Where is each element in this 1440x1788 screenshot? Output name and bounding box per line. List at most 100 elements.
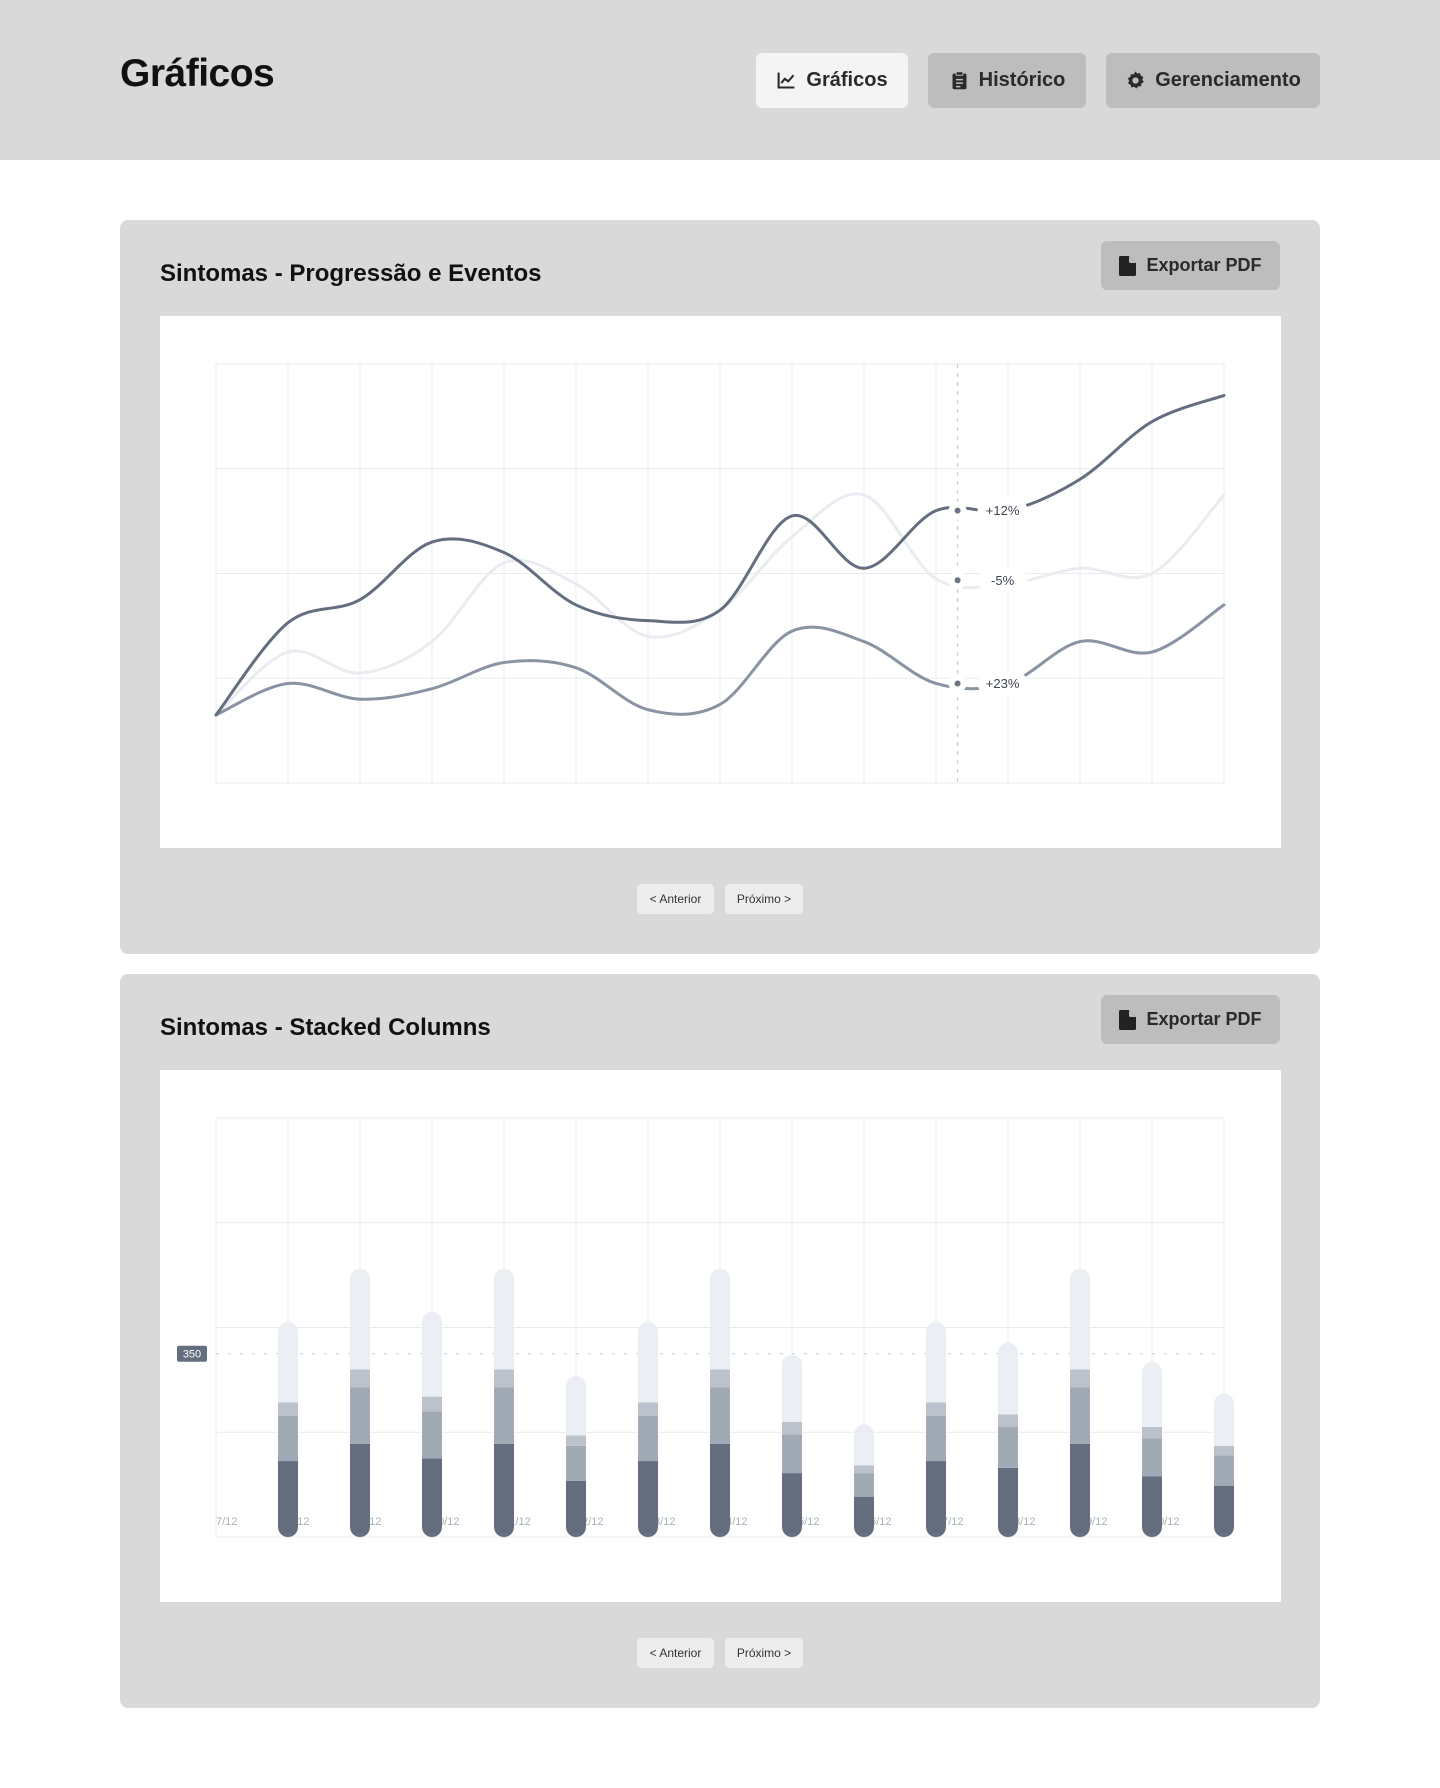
bar-segment [350, 1369, 370, 1388]
stacked-bar [854, 1424, 874, 1537]
stacked-bar [1214, 1393, 1234, 1537]
marker-dot [954, 507, 961, 514]
stacked-bar [494, 1268, 514, 1537]
stacked-chart-card: Sintomas - Stacked Columns Exportar PDF … [120, 974, 1320, 1708]
bar-segment [278, 1461, 298, 1537]
export-pdf-label: Exportar PDF [1146, 255, 1262, 275]
marker-dot [954, 680, 961, 687]
bar-segment [782, 1434, 802, 1474]
bar-segment [854, 1424, 874, 1466]
bar-segment [1070, 1387, 1090, 1444]
bar-segment [926, 1402, 946, 1417]
stacked-bar [1070, 1268, 1090, 1537]
bar-segment [422, 1311, 442, 1397]
nav-gerenciamento-label: Gerenciamento [1155, 69, 1301, 91]
bar-segment [854, 1496, 874, 1537]
line-chart-card: Sintomas - Progressão e Eventos Exportar… [120, 220, 1320, 954]
bar-segment [1214, 1485, 1234, 1537]
page-title: Gráficos [120, 52, 275, 95]
bar-segment [854, 1465, 874, 1474]
bar-segment [278, 1322, 298, 1403]
bar-segment [566, 1435, 586, 1446]
top-bar: Gráficos Gráficos Histórico Gerenciament… [0, 0, 1440, 160]
bar-segment [1070, 1369, 1090, 1388]
bar-segment [1214, 1445, 1234, 1456]
stacked-bar [278, 1322, 298, 1537]
gear-icon [1125, 70, 1146, 91]
bar-segment [350, 1387, 370, 1444]
annotation-label: +23% [986, 676, 1020, 691]
bar-segment [422, 1396, 442, 1412]
bar-segment [1070, 1443, 1090, 1537]
stacked-column-chart: 3507/12 8/12 9/12 10/12 11/12 12/12 13/12 14/12… [177, 1117, 1234, 1538]
file-icon [1119, 255, 1137, 276]
annotation-label: +12% [986, 503, 1020, 518]
stacked-bar [422, 1311, 442, 1537]
bar-segment [1142, 1438, 1162, 1477]
bar-segment [1214, 1393, 1234, 1446]
stacked-bar [710, 1268, 730, 1537]
bar-segment [566, 1376, 586, 1436]
bar-segment [350, 1443, 370, 1537]
previous-button[interactable]: < Anterior [637, 1638, 714, 1668]
bar-segment [926, 1322, 946, 1403]
stacked-bar [350, 1268, 370, 1537]
previous-button[interactable]: < Anterior [637, 884, 714, 914]
stacked-bar [566, 1376, 586, 1537]
chart-line-icon [776, 70, 797, 91]
nav-historico-button[interactable]: Histórico [928, 53, 1086, 108]
line-chart-area: +12% -5% +23% [160, 316, 1281, 848]
bar-segment [494, 1443, 514, 1537]
stacked-bar [782, 1354, 802, 1537]
clipboard-icon [949, 70, 970, 91]
bar-segment [1142, 1427, 1162, 1439]
nav-gerenciamento-button[interactable]: Gerenciamento [1106, 53, 1320, 108]
stacked-bar [638, 1322, 658, 1537]
bar-segment [710, 1387, 730, 1444]
bar-segment [566, 1480, 586, 1537]
export-pdf-button[interactable]: Exportar PDF [1101, 995, 1280, 1044]
file-icon [1119, 1009, 1137, 1030]
bar-segment [278, 1402, 298, 1417]
bar-segment [422, 1458, 442, 1537]
nav-graficos-button[interactable]: Gráficos [756, 53, 908, 108]
bar-segment [710, 1268, 730, 1370]
stacked-bar [1142, 1362, 1162, 1537]
bar-segment [998, 1427, 1018, 1468]
bar-segment [494, 1387, 514, 1444]
stacked-bar [926, 1322, 946, 1537]
bar-segment [1214, 1455, 1234, 1486]
bar-segment [638, 1416, 658, 1462]
next-button[interactable]: Próximo > [725, 1638, 803, 1668]
bar-segment [638, 1322, 658, 1403]
next-button[interactable]: Próximo > [725, 884, 803, 914]
bar-segment [926, 1461, 946, 1537]
card-title: Sintomas - Stacked Columns [160, 1014, 491, 1041]
bar-segment [710, 1443, 730, 1537]
bar-segment [926, 1416, 946, 1462]
bar-segment [494, 1369, 514, 1388]
bar-segment [422, 1411, 442, 1459]
bar-segment [494, 1268, 514, 1370]
export-pdf-label: Exportar PDF [1146, 1009, 1262, 1029]
bar-segment [566, 1445, 586, 1481]
bar-segment [278, 1416, 298, 1462]
stacked-bar [998, 1342, 1018, 1537]
bar-segment [782, 1473, 802, 1537]
bar-segment [350, 1268, 370, 1370]
bar-segment [1142, 1476, 1162, 1537]
bar-segment [854, 1473, 874, 1497]
bar-segment [1070, 1268, 1090, 1370]
nav-graficos-label: Gráficos [806, 69, 888, 91]
bar-segment [710, 1369, 730, 1388]
bar-segment [638, 1402, 658, 1417]
bar-segment [782, 1354, 802, 1422]
nav-historico-label: Histórico [978, 69, 1066, 91]
export-pdf-button[interactable]: Exportar PDF [1101, 241, 1280, 290]
bar-segment [638, 1461, 658, 1537]
stacked-chart-area: 350 7/12 8/12 9/12 10/12 11/12 12/12 13/12 14/12… [160, 1070, 1281, 1602]
grid [215, 363, 1225, 784]
marker-dot [954, 577, 961, 584]
bar-segment [1142, 1362, 1162, 1428]
x-tick-label: 7/12 [216, 1516, 237, 1528]
